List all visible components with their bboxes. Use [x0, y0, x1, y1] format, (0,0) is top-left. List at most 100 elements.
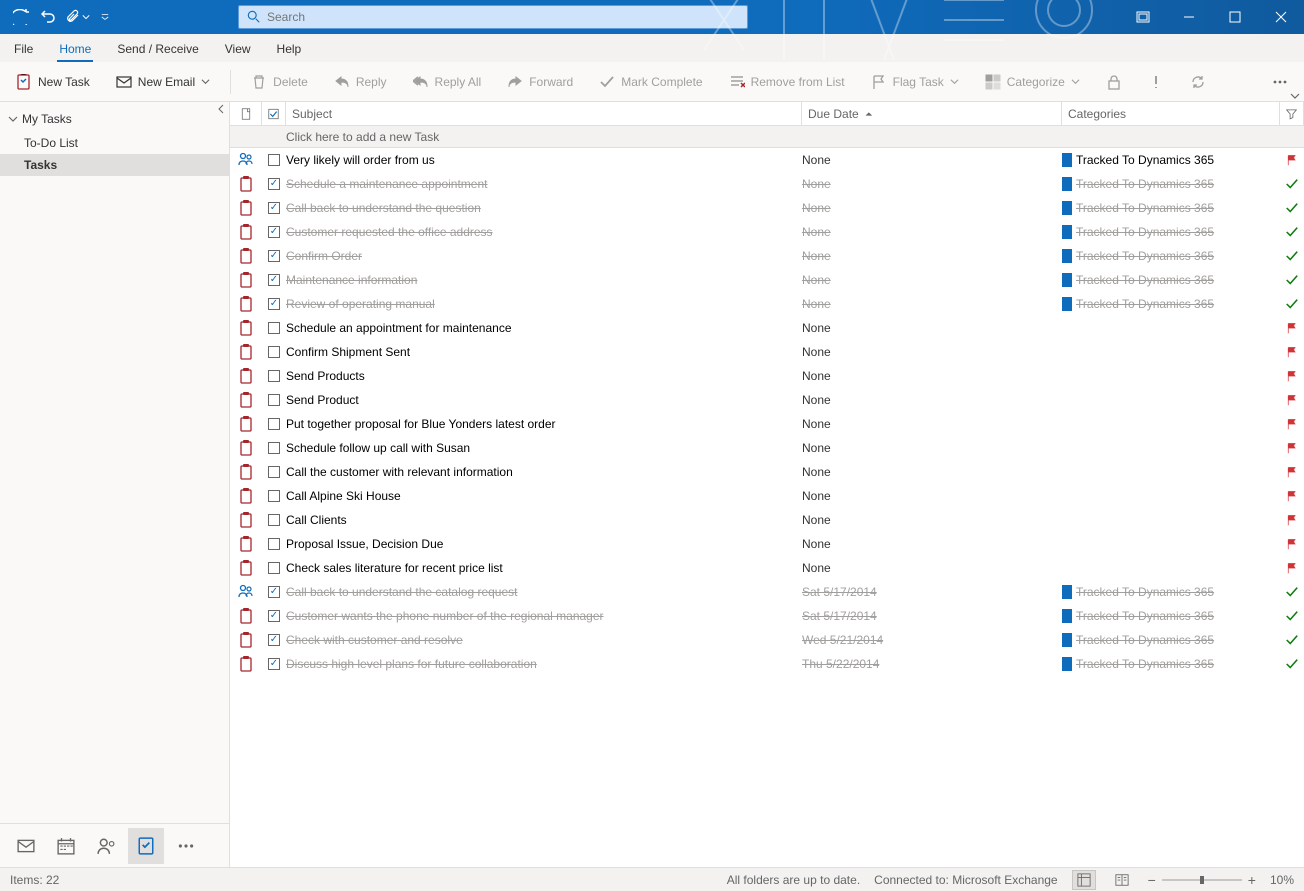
nav-people[interactable]	[88, 828, 124, 864]
task-complete-checkbox[interactable]	[262, 562, 286, 574]
task-complete-checkbox[interactable]	[262, 322, 286, 334]
ribbon-more-button[interactable]	[1266, 70, 1294, 94]
task-row[interactable]: Confirm OrderNoneTracked To Dynamics 365	[230, 244, 1304, 268]
sidebar-item-tasks[interactable]: Tasks	[0, 154, 229, 176]
recurrence-button[interactable]	[1184, 70, 1212, 94]
maximize-button[interactable]	[1212, 0, 1258, 34]
task-row[interactable]: Customer requested the office addressNon…	[230, 220, 1304, 244]
task-complete-checkbox[interactable]	[262, 226, 286, 238]
task-complete-checkbox[interactable]	[262, 442, 286, 454]
task-complete-checkbox[interactable]	[262, 202, 286, 214]
task-row[interactable]: Call the customer with relevant informat…	[230, 460, 1304, 484]
search-box[interactable]	[238, 5, 748, 29]
task-flag[interactable]	[1280, 633, 1304, 647]
col-header-due-date[interactable]: Due Date	[802, 102, 1062, 125]
task-row[interactable]: Very likely will order from usNoneTracke…	[230, 148, 1304, 172]
task-flag[interactable]	[1280, 369, 1304, 383]
task-complete-checkbox[interactable]	[262, 370, 286, 382]
task-row[interactable]: Put together proposal for Blue Yonders l…	[230, 412, 1304, 436]
task-row[interactable]: Send ProductNone	[230, 388, 1304, 412]
col-header-icon[interactable]	[230, 102, 262, 125]
remove-from-list-button[interactable]: Remove from List	[723, 70, 851, 94]
task-complete-checkbox[interactable]	[262, 490, 286, 502]
col-header-complete[interactable]	[262, 102, 286, 125]
menu-send-receive[interactable]: Send / Receive	[115, 36, 200, 62]
task-flag[interactable]	[1280, 177, 1304, 191]
task-flag[interactable]	[1280, 537, 1304, 551]
task-list[interactable]: Very likely will order from usNoneTracke…	[230, 148, 1304, 867]
undo-button[interactable]	[36, 4, 62, 30]
task-flag[interactable]	[1280, 345, 1304, 359]
view-normal-button[interactable]	[1072, 870, 1096, 890]
task-flag[interactable]	[1280, 321, 1304, 335]
categorize-button[interactable]: Categorize	[979, 70, 1086, 94]
task-row[interactable]: Call ClientsNone	[230, 508, 1304, 532]
task-complete-checkbox[interactable]	[262, 658, 286, 670]
task-row[interactable]: Schedule an appointment for maintenanceN…	[230, 316, 1304, 340]
flag-task-button[interactable]: Flag Task	[865, 70, 965, 94]
task-row[interactable]: Discuss high level plans for future coll…	[230, 652, 1304, 676]
task-flag[interactable]	[1280, 417, 1304, 431]
task-flag[interactable]	[1280, 657, 1304, 671]
sidebar-collapse-button[interactable]	[217, 104, 225, 114]
new-email-button[interactable]: New Email	[110, 70, 216, 94]
task-row[interactable]: Check sales literature for recent price …	[230, 556, 1304, 580]
reply-button[interactable]: Reply	[328, 70, 393, 94]
task-flag[interactable]	[1280, 585, 1304, 599]
task-flag[interactable]	[1280, 297, 1304, 311]
task-complete-checkbox[interactable]	[262, 610, 286, 622]
reply-all-button[interactable]: Reply All	[407, 70, 488, 94]
task-complete-checkbox[interactable]	[262, 394, 286, 406]
task-complete-checkbox[interactable]	[262, 634, 286, 646]
task-complete-checkbox[interactable]	[262, 466, 286, 478]
task-row[interactable]: Confirm Shipment SentNone	[230, 340, 1304, 364]
task-row[interactable]: Proposal Issue, Decision DueNone	[230, 532, 1304, 556]
sidebar-header-my-tasks[interactable]: My Tasks	[0, 102, 229, 132]
nav-mail[interactable]	[8, 828, 44, 864]
view-reading-button[interactable]	[1110, 870, 1134, 890]
task-complete-checkbox[interactable]	[262, 346, 286, 358]
task-flag[interactable]	[1280, 273, 1304, 287]
nav-calendar[interactable]	[48, 828, 84, 864]
menu-file[interactable]: File	[12, 36, 35, 62]
col-header-categories[interactable]: Categories	[1062, 102, 1280, 125]
task-complete-checkbox[interactable]	[262, 154, 286, 166]
task-row[interactable]: Call Alpine Ski HouseNone	[230, 484, 1304, 508]
qat-customize[interactable]	[92, 4, 118, 30]
task-row[interactable]: Customer wants the phone number of the r…	[230, 604, 1304, 628]
col-header-flag[interactable]	[1280, 102, 1304, 125]
forward-button[interactable]: Forward	[501, 70, 579, 94]
ribbon-display-button[interactable]	[1120, 0, 1166, 34]
task-flag[interactable]	[1280, 561, 1304, 575]
priority-button[interactable]	[1142, 70, 1170, 94]
task-row[interactable]: Schedule a maintenance appointmentNoneTr…	[230, 172, 1304, 196]
task-row[interactable]: Check with customer and resolveWed 5/21/…	[230, 628, 1304, 652]
task-row[interactable]: Send ProductsNone	[230, 364, 1304, 388]
task-row[interactable]: Maintenance informationNoneTracked To Dy…	[230, 268, 1304, 292]
minimize-button[interactable]	[1166, 0, 1212, 34]
task-complete-checkbox[interactable]	[262, 274, 286, 286]
task-complete-checkbox[interactable]	[262, 418, 286, 430]
private-button[interactable]	[1100, 70, 1128, 94]
sidebar-item-todo-list[interactable]: To-Do List	[0, 132, 229, 154]
delete-button[interactable]: Delete	[245, 70, 314, 94]
search-input[interactable]	[267, 10, 739, 24]
task-row[interactable]: Schedule follow up call with SusanNone	[230, 436, 1304, 460]
task-flag[interactable]	[1280, 225, 1304, 239]
col-header-subject[interactable]: Subject	[286, 102, 802, 125]
task-complete-checkbox[interactable]	[262, 178, 286, 190]
task-row[interactable]: Call back to understand the catalog requ…	[230, 580, 1304, 604]
task-flag[interactable]	[1280, 153, 1304, 167]
new-task-button[interactable]: New Task	[10, 70, 96, 94]
task-complete-checkbox[interactable]	[262, 538, 286, 550]
task-flag[interactable]	[1280, 441, 1304, 455]
task-flag[interactable]	[1280, 489, 1304, 503]
task-complete-checkbox[interactable]	[262, 298, 286, 310]
menu-view[interactable]: View	[223, 36, 253, 62]
task-flag[interactable]	[1280, 201, 1304, 215]
task-complete-checkbox[interactable]	[262, 514, 286, 526]
sync-button[interactable]	[8, 4, 34, 30]
task-flag[interactable]	[1280, 513, 1304, 527]
task-row[interactable]: Call back to understand the questionNone…	[230, 196, 1304, 220]
mark-complete-button[interactable]: Mark Complete	[593, 70, 708, 94]
